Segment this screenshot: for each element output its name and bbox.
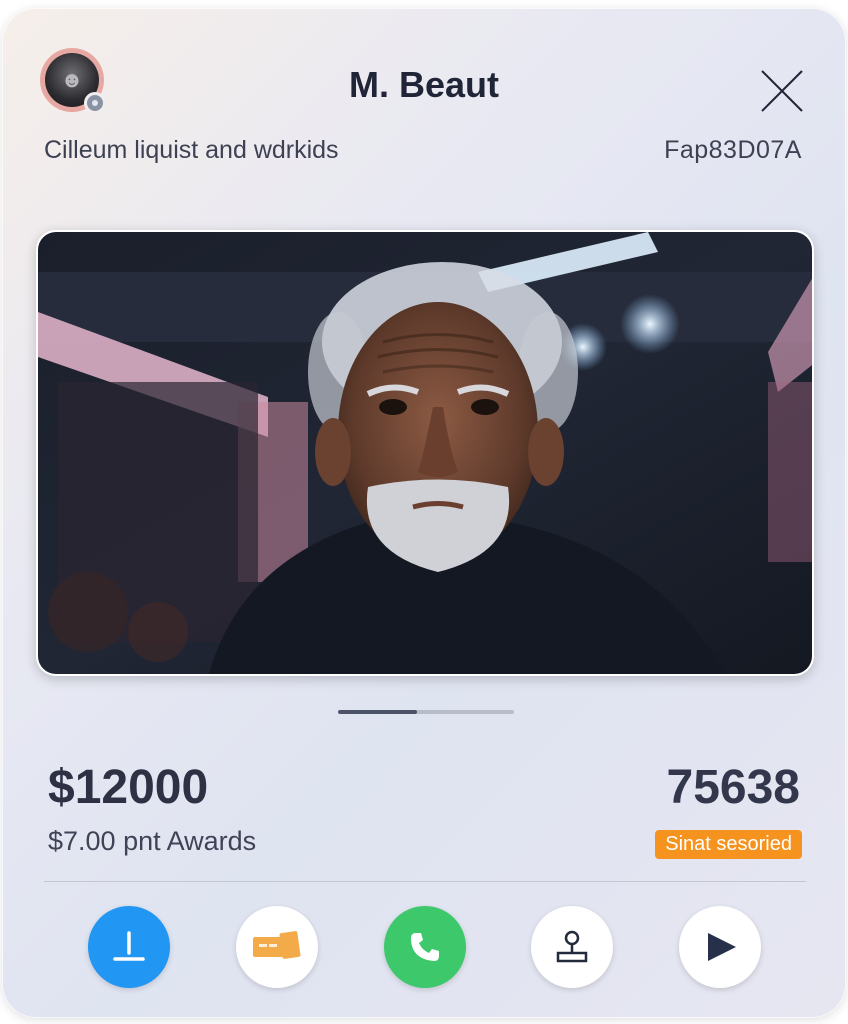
subtitle: Cilleum liquist and wdrkids [44, 136, 339, 164]
call-button[interactable] [384, 906, 466, 988]
ticket-button[interactable] [236, 906, 318, 988]
reference-code: Fap83D07A [664, 136, 802, 164]
media-card: ☻ M. Beaut Cilleum liquist and wdrkids F… [2, 8, 846, 1018]
close-icon [761, 70, 803, 112]
divider [44, 881, 806, 882]
media-progress-fill [338, 710, 418, 714]
download-icon [113, 931, 145, 961]
play-icon [708, 933, 736, 961]
play-button[interactable] [679, 906, 761, 988]
ticket-icon [253, 931, 301, 959]
close-button[interactable] [757, 66, 807, 116]
page-title: M. Beaut [348, 64, 499, 105]
joystick-icon [556, 930, 588, 963]
phone-icon [411, 933, 439, 961]
count-value: 75638 [666, 761, 800, 814]
media-progress-bar[interactable] [338, 710, 514, 714]
price-value: $12000 [48, 761, 209, 814]
price-subtext: $7.00 pnt Awards [48, 826, 257, 856]
portrait-image [38, 232, 812, 674]
status-badge: Sinat sesoried [655, 830, 802, 859]
download-button[interactable] [88, 906, 170, 988]
joystick-button[interactable] [531, 906, 613, 988]
video-preview[interactable] [36, 230, 814, 676]
